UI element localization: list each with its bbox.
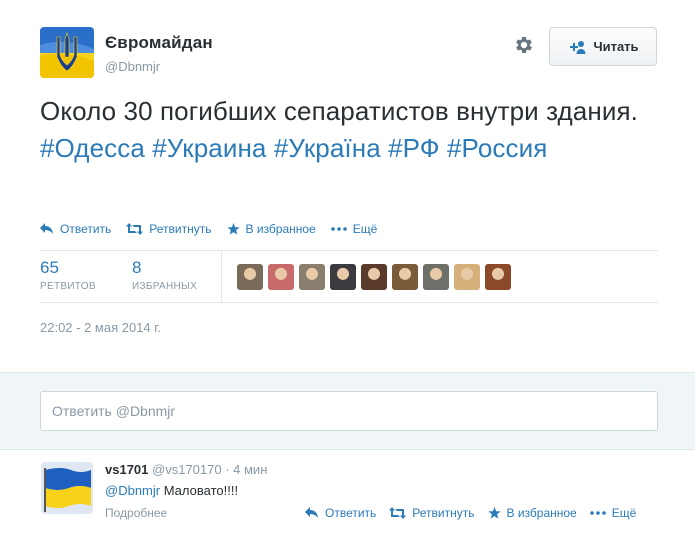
follow-button-label: Читать	[593, 39, 639, 54]
reply-separator: ·	[221, 462, 234, 477]
reply-text: @Dbnmjr Маловато!!!!	[105, 483, 238, 498]
retweeter-avatar-face-3[interactable]	[299, 264, 325, 290]
retweet-icon	[389, 507, 407, 519]
hashtag-rf[interactable]: #РФ	[388, 133, 440, 163]
reply-mention[interactable]: @Dbnmjr	[105, 483, 160, 498]
reply-display-name[interactable]: vs1701	[105, 462, 148, 477]
retweeter-faces	[237, 264, 516, 290]
hashtag-rossiya[interactable]: #Россия	[447, 133, 547, 163]
reply-action[interactable]: Ответить	[40, 222, 111, 236]
reply-reply-action[interactable]: Ответить	[305, 506, 376, 520]
retweeter-avatar-face-2[interactable]	[268, 264, 294, 290]
reply-icon	[305, 507, 318, 518]
main-tweet: Євромайдан @Dbnmjr Читать Около 30 погиб…	[0, 0, 695, 372]
reply-avatar[interactable]	[41, 462, 93, 514]
ellipsis-icon	[330, 227, 347, 231]
reply-text-plain: Маловато!!!!	[160, 483, 239, 498]
reply-input[interactable]: Ответить @Dbnmjr	[40, 391, 658, 431]
stats-divider	[221, 251, 222, 303]
follow-button[interactable]: Читать	[549, 27, 657, 66]
display-name[interactable]: Євромайдан	[105, 33, 213, 53]
reply-retweet-label: Ретвитнуть	[412, 506, 475, 520]
hashtag-odessa[interactable]: #Одесса	[40, 133, 145, 163]
tweet-actions: Ответить Ретвитнуть В избранное Ещё	[40, 222, 392, 236]
tweet-timestamp[interactable]: 22:02 - 2 мая 2014 г.	[40, 320, 161, 335]
tweet-text-plain: Около 30 погибших сепаратистов внутри зд…	[40, 96, 638, 126]
retweets-stat[interactable]: 65 РЕТВИТОВ	[40, 258, 96, 292]
gear-icon[interactable]	[513, 34, 535, 56]
more-action-label: Ещё	[352, 222, 378, 236]
reply-icon	[40, 223, 53, 234]
retweeter-avatar-face-7[interactable]	[423, 264, 449, 290]
retweeter-avatar-face-1[interactable]	[237, 264, 263, 290]
details-link[interactable]: Подробнее	[105, 506, 167, 520]
favorites-count: 8	[132, 258, 142, 277]
reply-retweet-action[interactable]: Ретвитнуть	[389, 506, 475, 520]
ukraine-trident-avatar-icon	[40, 27, 94, 78]
retweeter-avatar-face-8[interactable]	[454, 264, 480, 290]
ellipsis-icon	[589, 511, 606, 515]
screen-name[interactable]: @Dbnmjr	[105, 59, 160, 74]
retweets-label: РЕТВИТОВ	[40, 281, 96, 292]
reply-screen-name[interactable]: @vs170170	[152, 462, 222, 477]
retweet-icon	[126, 223, 144, 235]
reply-action-label: Ответить	[60, 222, 112, 236]
reply-tweet: vs1701 @vs170170 · 4 мин @Dbnmjr Маловат…	[0, 451, 695, 537]
favorites-stat[interactable]: 8 ИЗБРАННЫХ	[132, 258, 197, 292]
favorite-action[interactable]: В избранное	[226, 222, 316, 236]
star-icon	[487, 507, 501, 519]
retweeter-avatar-face-6[interactable]	[392, 264, 418, 290]
reply-time[interactable]: 4 мин	[233, 462, 267, 477]
reply-favorite-label: В избранное	[506, 506, 577, 520]
reply-more-label: Ещё	[611, 506, 637, 520]
retweeter-avatar-face-4[interactable]	[330, 264, 356, 290]
hashtag-ukraina-ua[interactable]: #Україна	[274, 133, 381, 163]
retweeter-avatar-face-5[interactable]	[361, 264, 387, 290]
reply-actions: Ответить Ретвитнуть В избранное Ещё	[305, 506, 649, 520]
user-avatar[interactable]	[40, 27, 94, 78]
retweeter-avatar-face-9[interactable]	[485, 264, 511, 290]
retweet-action-label: Ретвитнуть	[149, 222, 212, 236]
add-user-icon	[570, 40, 586, 54]
tweet-stats: 65 РЕТВИТОВ 8 ИЗБРАННЫХ	[40, 250, 658, 303]
retweets-count: 65	[40, 258, 59, 277]
reply-favorite-action[interactable]: В избранное	[487, 506, 577, 520]
favorites-label: ИЗБРАННЫХ	[132, 281, 198, 292]
reply-more-action[interactable]: Ещё	[589, 506, 637, 520]
more-action[interactable]: Ещё	[330, 222, 378, 236]
favorite-action-label: В избранное	[245, 222, 316, 236]
retweet-action[interactable]: Ретвитнуть	[126, 222, 212, 236]
tweet-text: Около 30 погибших сепаратистов внутри зд…	[40, 93, 660, 167]
hashtag-ukraina-ru[interactable]: #Украина	[152, 133, 266, 163]
reply-area: Ответить @Dbnmjr	[0, 372, 695, 450]
reply-header: vs1701 @vs170170 · 4 мин	[105, 462, 267, 477]
star-icon	[226, 223, 240, 235]
reply-reply-label: Ответить	[325, 506, 377, 520]
ukraine-flag-avatar-icon	[41, 462, 93, 514]
